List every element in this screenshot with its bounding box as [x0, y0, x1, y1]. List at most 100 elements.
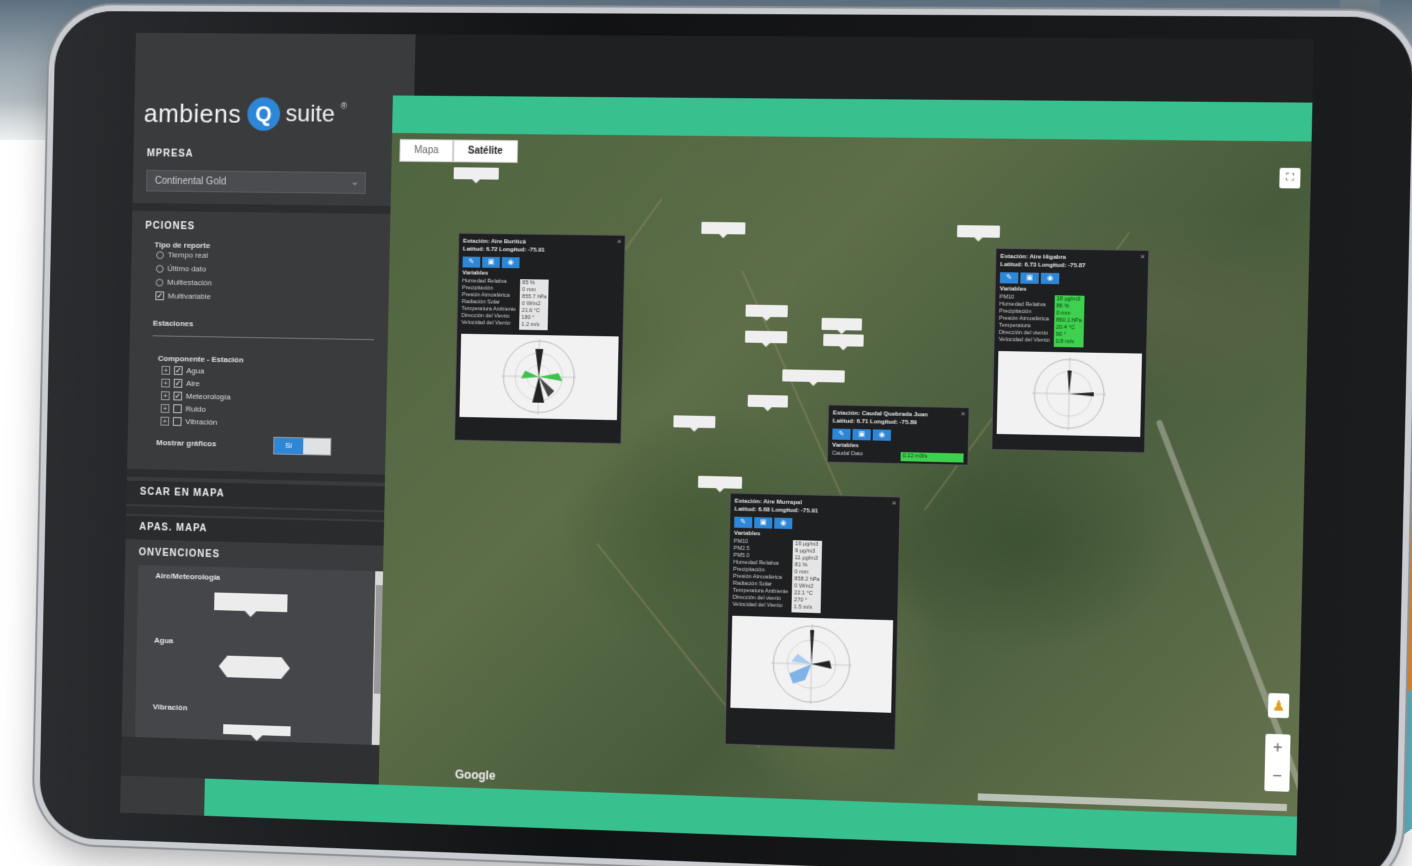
variables-table: PM10 Humedad Relativa Precipitación Pres… — [999, 294, 1144, 348]
satellite-map[interactable]: Mapa Satélite ⛶ ♟ + − Google × Estación:… — [378, 133, 1312, 817]
map-type-tabs: Mapa Satélite — [399, 139, 518, 163]
calendar-icon[interactable]: ▣ — [754, 517, 773, 529]
eye-icon[interactable]: ◉ — [501, 257, 520, 269]
zoom-out-button[interactable]: − — [1264, 762, 1290, 791]
chevron-down-icon: ⌄ — [350, 177, 360, 188]
layer-label: Aire — [186, 379, 200, 389]
option-ultimo-dato[interactable]: Último dato — [155, 264, 206, 273]
popup-buttons: ✎ ▣ ◉ — [999, 272, 1144, 285]
layer-agua[interactable]: + ✓ Agua — [161, 365, 204, 376]
graficos-toggle[interactable]: Sí — [273, 436, 332, 456]
station-marker[interactable] — [747, 394, 788, 408]
expand-icon[interactable]: + — [161, 365, 171, 375]
calendar-icon[interactable]: ▣ — [852, 428, 871, 441]
variables-table: Humedad Relativa Precipitación Presión A… — [461, 278, 620, 331]
station-marker[interactable] — [823, 333, 864, 347]
logo-word: ambiens — [143, 97, 242, 129]
tool-icon[interactable]: ✎ — [734, 516, 753, 529]
station-marker[interactable] — [697, 475, 743, 489]
station-marker[interactable] — [701, 221, 746, 235]
option-tiempo-real[interactable]: Tiempo real — [156, 250, 208, 260]
section-empresa[interactable]: MPRESA — [147, 148, 194, 159]
variable-values: 85 % 0 mm 855.7 hPa 0 W/m2 21.6 °C 180 °… — [519, 279, 550, 331]
calendar-icon[interactable]: ▣ — [482, 256, 500, 268]
var-name: Velocidad del Viento — [732, 601, 783, 610]
layer-ruido[interactable]: + Ruido — [160, 403, 206, 414]
eye-icon[interactable]: ◉ — [872, 429, 892, 441]
tool-icon[interactable]: ✎ — [832, 428, 851, 440]
checkbox-icon[interactable]: ✓ — [173, 391, 183, 401]
variables-table: PM10 PM2.5 PM5.0 Humedad Relativa Precip… — [732, 539, 894, 615]
estaciones-input[interactable] — [152, 326, 375, 341]
tool-icon[interactable]: ✎ — [462, 256, 481, 268]
eye-icon[interactable]: ◉ — [774, 517, 793, 530]
calendar-icon[interactable]: ▣ — [1020, 272, 1039, 284]
variable-names: Caudal Dato — [832, 451, 897, 461]
close-icon[interactable]: × — [617, 237, 622, 246]
station-popup: × Estación: Aire Murrapal Latitud: 6.68 … — [724, 492, 901, 751]
popup-buttons: ✎ ▣ ◉ — [832, 428, 964, 443]
tipo-reporte-label: Tipo de reporte — [154, 240, 211, 251]
popup-coords: Latitud: 6.71 Longitud: -75.89 — [832, 418, 917, 427]
station-marker[interactable] — [745, 304, 788, 318]
checkbox-icon[interactable] — [173, 404, 182, 414]
tab-satelite[interactable]: Satélite — [452, 139, 518, 163]
variables-table: Caudal Dato 0.12 m3/s — [832, 451, 964, 463]
option-label: Multivariable — [167, 291, 211, 302]
variable-names: PM10 Humedad Relativa Precipitación Pres… — [999, 294, 1051, 346]
expand-icon[interactable]: + — [160, 403, 170, 413]
zoom-in-button[interactable]: + — [1265, 734, 1291, 763]
expand-icon[interactable]: + — [161, 378, 170, 388]
station-marker[interactable] — [453, 167, 499, 180]
layer-aire[interactable]: + ✓ Aire — [161, 378, 200, 389]
option-label: Tiempo real — [167, 250, 208, 260]
option-multiestacion[interactable]: Multiestación — [155, 278, 212, 287]
option-multivariable[interactable]: ✓ Multivariable — [155, 291, 211, 301]
popup-coords: Latitud: 6.72 Longitud: -75.91 — [462, 246, 545, 254]
marker-aire-icon — [214, 592, 288, 613]
conv-group-vibracion: Vibración — [152, 702, 188, 713]
section-opciones[interactable]: PCIONES — [145, 221, 195, 232]
logo-reg: ® — [340, 100, 348, 111]
wind-rose-chart — [996, 351, 1142, 437]
tool-icon[interactable]: ✎ — [999, 272, 1019, 284]
station-marker[interactable] — [782, 369, 845, 383]
station-marker[interactable] — [673, 415, 716, 429]
componente-label: Componente - Estación — [157, 354, 244, 365]
empresa-select[interactable]: Continental Gold ⌄ — [146, 169, 367, 194]
variable-values: 16 µg/m3 9 µg/m3 11 µg/m3 81 % 0 mm 858.… — [791, 540, 823, 614]
pegman-icon[interactable]: ♟ — [1267, 693, 1290, 719]
var-value: 0.12 m3/s — [902, 453, 928, 460]
layer-vibracion[interactable]: + Vibración — [160, 416, 218, 427]
fullscreen-icon[interactable]: ⛶ — [1279, 167, 1301, 189]
variable-values: 0.12 m3/s — [900, 452, 964, 463]
checkbox-icon[interactable] — [172, 416, 182, 426]
var-value: 1.5 m/s — [793, 604, 813, 611]
expand-icon[interactable]: + — [160, 416, 170, 426]
eye-icon[interactable]: ◉ — [1040, 272, 1060, 285]
divider — [132, 202, 413, 215]
layer-label: Vibración — [185, 417, 218, 427]
tab-mapa[interactable]: Mapa — [399, 139, 454, 163]
station-marker[interactable] — [821, 317, 863, 331]
var-name: Velocidad del Viento — [461, 319, 511, 327]
variable-names: PM10 PM2.5 PM5.0 Humedad Relativa Precip… — [732, 539, 789, 613]
layer-label: Meteorología — [185, 391, 231, 402]
radio-icon — [155, 264, 164, 273]
close-icon[interactable]: × — [961, 409, 966, 418]
radio-icon — [155, 278, 164, 287]
close-icon[interactable]: × — [892, 498, 897, 507]
variable-values: 18 µg/m3 86 % 0 mm 860.1 hPa 20.4 °C 90 … — [1053, 295, 1085, 348]
toggle-on: Sí — [274, 437, 304, 455]
zoom-control: + − — [1264, 733, 1291, 792]
expand-icon[interactable]: + — [160, 391, 170, 401]
variable-names: Humedad Relativa Precipitación Presión A… — [461, 278, 516, 329]
station-popup: × Estación: Aire Higabra Latitud: 6.73 L… — [991, 247, 1150, 454]
station-marker[interactable] — [957, 225, 1001, 238]
station-marker[interactable] — [744, 330, 788, 344]
checkbox-icon[interactable]: ✓ — [173, 378, 183, 388]
checkbox-icon[interactable]: ✓ — [173, 366, 183, 376]
var-name: Velocidad del Viento — [998, 336, 1050, 344]
close-icon[interactable]: × — [1140, 252, 1145, 261]
layer-meteorologia[interactable]: + ✓ Meteorología — [160, 391, 231, 402]
